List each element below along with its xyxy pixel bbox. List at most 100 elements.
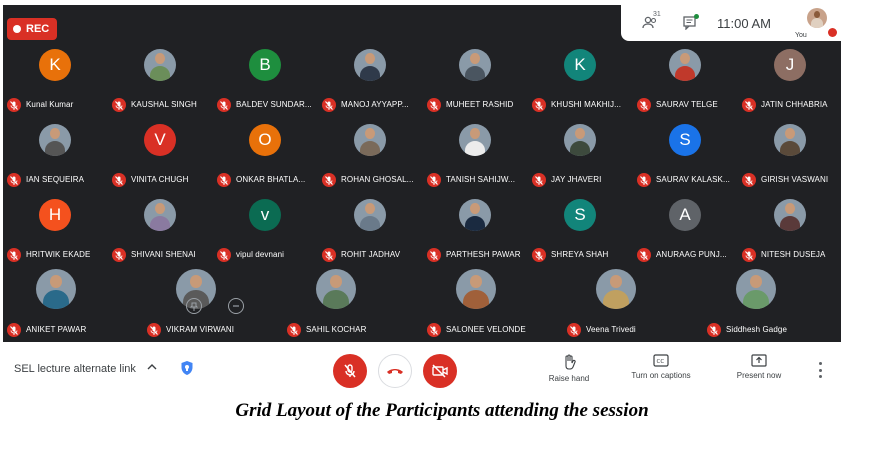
participant-tile[interactable]: V VINITA CHUGH <box>108 117 213 192</box>
present-screen-icon <box>751 354 767 367</box>
mic-off-icon <box>427 323 441 337</box>
people-button[interactable]: 31 <box>635 11 665 34</box>
participant-name: PARTHESH PAWAR <box>446 250 521 259</box>
participant-avatar <box>774 124 806 156</box>
mic-off-icon <box>532 248 546 262</box>
participant-tile[interactable]: B BALDEV SUNDAR... <box>213 42 318 117</box>
present-now-label: Present now <box>736 371 782 380</box>
participant-avatar <box>354 199 386 231</box>
participant-tile[interactable]: GIRISH VASWANI <box>738 117 843 192</box>
participant-tile[interactable]: MUHEET RASHID <box>423 42 528 117</box>
mic-off-icon <box>147 323 161 337</box>
participant-name: ANURAAG PUNJ... <box>656 250 727 259</box>
camera-toggle-button[interactable] <box>423 354 457 388</box>
participant-avatar <box>39 124 71 156</box>
participant-name: SHIVANI SHENAI <box>131 250 196 259</box>
participant-tile[interactable]: S SAURAV KALASK... <box>633 117 738 192</box>
chevron-up-icon[interactable] <box>145 360 159 374</box>
mic-off-icon <box>742 248 756 262</box>
participant-avatar: B <box>249 49 281 81</box>
mic-off-icon <box>217 173 231 187</box>
participant-avatar: S <box>669 124 701 156</box>
participant-name: VIKRAM VIRWANI <box>166 325 235 334</box>
mic-off-icon <box>707 323 721 337</box>
raise-hand-button[interactable]: Raise hand <box>534 354 604 383</box>
participant-tile[interactable]: H HRITWIK EKADE <box>3 192 108 267</box>
chat-button[interactable] <box>675 12 705 34</box>
mic-off-icon <box>532 173 546 187</box>
participant-avatar <box>564 124 596 156</box>
participant-name: MUHEET RASHID <box>446 100 514 109</box>
meet-window: REC 31 11:00 AM You K Kunal Kumar KAUSHA… <box>3 5 841 342</box>
participant-tile[interactable]: K Kunal Kumar <box>3 42 108 117</box>
participant-name: Veena Trivedi <box>586 325 636 334</box>
participant-tile[interactable]: KAUSHAL SINGH <box>108 42 213 117</box>
chat-notification-dot <box>694 14 699 19</box>
minus-circle-icon <box>233 305 239 307</box>
captions-button[interactable]: CC Turn on captions <box>626 354 696 380</box>
participant-tile[interactable]: Veena Trivedi <box>563 267 668 342</box>
figure-caption: Grid Layout of the Participants attendin… <box>235 400 649 421</box>
remove-participant-button[interactable] <box>228 298 244 314</box>
participant-tile[interactable]: SAURAV TELGE <box>633 42 738 117</box>
participant-tile[interactable]: SAHIL KOCHAR <box>283 267 388 342</box>
participant-tile[interactable]: SHIVANI SHENAI <box>108 192 213 267</box>
mic-off-icon <box>287 323 301 337</box>
top-bar: REC <box>3 5 623 41</box>
participant-avatar: O <box>249 124 281 156</box>
participant-avatar: J <box>774 49 806 81</box>
leave-call-button[interactable] <box>378 354 412 388</box>
self-view-tile[interactable]: You <box>793 7 837 39</box>
participant-tile[interactable]: Siddhesh Gadge <box>703 267 808 342</box>
mic-off-icon <box>322 98 336 112</box>
participant-tile[interactable]: TANISH SAHIJW... <box>423 117 528 192</box>
participant-tile[interactable]: SALONEE VELONDE <box>423 267 528 342</box>
participant-name: NITESH DUSEJA <box>761 250 826 259</box>
participant-avatar <box>459 124 491 156</box>
participant-tile[interactable]: JAY JHAVERI <box>528 117 633 192</box>
more-options-button[interactable] <box>816 362 824 378</box>
recording-badge: REC <box>7 18 58 40</box>
participant-tile[interactable]: MANOJ AYYAPP... <box>318 42 423 117</box>
participant-avatar <box>669 49 701 81</box>
participant-name: vipul devnani <box>236 250 284 259</box>
participant-tile[interactable]: O ONKAR BHATLA... <box>213 117 318 192</box>
participant-avatar <box>459 49 491 81</box>
svg-text:CC: CC <box>657 359 665 365</box>
present-now-button[interactable]: Present now <box>724 354 794 380</box>
participant-tile[interactable]: IAN SEQUEIRA <box>3 117 108 192</box>
meeting-title[interactable]: SEL lecture alternate link <box>14 363 136 375</box>
tile-hover-controls <box>173 295 257 317</box>
participant-tile[interactable]: A ANURAAG PUNJ... <box>633 192 738 267</box>
mic-off-icon <box>427 248 441 262</box>
mic-off-icon <box>112 98 126 112</box>
participant-avatar: V <box>144 124 176 156</box>
participant-name: GIRISH VASWANI <box>761 175 829 184</box>
microphone-toggle-button[interactable] <box>333 354 367 388</box>
participant-tile[interactable]: NITESH DUSEJA <box>738 192 843 267</box>
participant-tile[interactable]: PARTHESH PAWAR <box>423 192 528 267</box>
participant-name: MANOJ AYYAPP... <box>341 100 409 109</box>
self-avatar <box>807 8 827 28</box>
mic-off-icon <box>7 323 21 337</box>
screenshot-figure: REC 31 11:00 AM You K Kunal Kumar KAUSHA… <box>0 0 884 451</box>
pin-icon <box>190 302 198 311</box>
mic-off-icon <box>427 98 441 112</box>
shield-icon[interactable] <box>180 360 194 381</box>
participant-tile[interactable]: S SHREYA SHAH <box>528 192 633 267</box>
participant-tile[interactable]: ANIKET PAWAR <box>3 267 108 342</box>
participant-tile[interactable]: ROHIT JADHAV <box>318 192 423 267</box>
mic-off-icon <box>112 173 126 187</box>
self-label: You <box>795 32 807 39</box>
participant-tile[interactable]: ROHAN GHOSAL... <box>318 117 423 192</box>
participant-name: TANISH SAHIJW... <box>446 175 516 184</box>
participant-tile[interactable]: K KHUSHI MAKHIJ... <box>528 42 633 117</box>
participant-tile[interactable]: v vipul devnani <box>213 192 318 267</box>
participant-name: VINITA CHUGH <box>131 175 189 184</box>
participant-name: SHREYA SHAH <box>551 250 609 259</box>
participant-name: BALDEV SUNDAR... <box>236 100 312 109</box>
pin-button[interactable] <box>186 298 202 314</box>
participant-tile[interactable]: J JATIN CHHABRIA <box>738 42 843 117</box>
participant-name: HRITWIK EKADE <box>26 250 91 259</box>
participant-name: KAUSHAL SINGH <box>131 100 197 109</box>
